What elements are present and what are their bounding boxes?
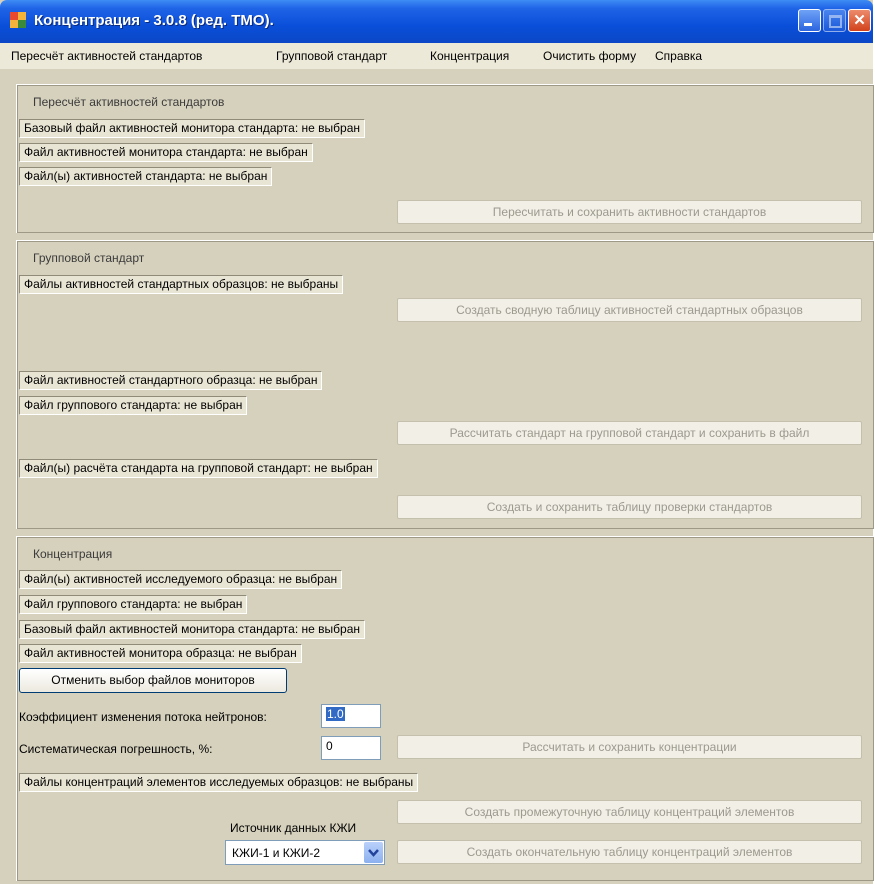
flux-label: Коэффициент изменения потока нейтронов:	[19, 710, 267, 724]
close-button[interactable]: ✕	[848, 9, 871, 32]
error-input[interactable]: 0	[321, 736, 381, 760]
group-file-status: Файл группового стандарта: не выбран	[19, 396, 248, 415]
check-table-button[interactable]: Создать и сохранить таблицу проверки ста…	[397, 495, 862, 519]
menu-group-standard[interactable]: Групповой стандарт	[276, 49, 387, 63]
cancel-monitors-button[interactable]: Отменить выбор файлов мониторов	[19, 668, 287, 693]
monitor-file-status: Файл активностей монитора стандарта: не …	[19, 143, 313, 162]
maximize-button[interactable]	[823, 9, 846, 32]
intermediate-table-button[interactable]: Создать промежуточную таблицу концентрац…	[397, 800, 862, 824]
base-monitor-file-status: Базовый файл активностей монитора станда…	[19, 119, 365, 138]
calc-concentrations-button[interactable]: Рассчитать и сохранить концентрации	[397, 735, 862, 759]
concentration-group: Концентрация Файл(ы) активностей исследу…	[16, 536, 874, 881]
summary-table-button[interactable]: Создать сводную таблицу активностей стан…	[397, 298, 862, 322]
group-standard-file-status: Файл группового стандарта: не выбран	[19, 595, 248, 614]
group-title: Концентрация	[33, 547, 113, 561]
recalc-group: Пересчёт активностей стандартов Базовый …	[16, 84, 874, 233]
window-title: Концентрация - 3.0.8 (ред. ТМО).	[34, 12, 274, 29]
menu-recalc[interactable]: Пересчёт активностей стандартов	[11, 49, 202, 63]
title-bar[interactable]: Концентрация - 3.0.8 (ред. ТМО). ✕	[0, 0, 873, 43]
result-files-status: Файлы концентраций элементов исследуемых…	[19, 773, 419, 792]
flux-value: 1.0	[326, 707, 345, 721]
standard-files-status: Файл(ы) активностей стандарта: не выбран	[19, 167, 273, 186]
sample-activity-files-status: Файл(ы) активностей исследуемого образца…	[19, 570, 343, 589]
sample-file-status: Файл активностей стандартного образца: н…	[19, 371, 323, 390]
base-monitor-file-status: Базовый файл активностей монитора станда…	[19, 620, 365, 639]
menu-bar: Пересчёт активностей стандартов Группово…	[0, 43, 873, 69]
sample-monitor-file-status: Файл активностей монитора образца: не вы…	[19, 644, 302, 663]
final-table-button[interactable]: Создать окончательную таблицу концентрац…	[397, 840, 862, 864]
menu-help[interactable]: Справка	[655, 49, 702, 63]
maximize-icon	[824, 10, 845, 31]
close-icon: ✕	[853, 12, 866, 29]
calc-files-status: Файл(ы) расчёта стандарта на групповой с…	[19, 459, 378, 478]
menu-concentration[interactable]: Концентрация	[430, 49, 509, 63]
group-title: Групповой стандарт	[33, 251, 145, 265]
app-icon	[10, 12, 26, 28]
source-select-value: КЖИ-1 и КЖИ-2	[232, 846, 321, 860]
flux-input[interactable]: 1.0	[321, 704, 381, 728]
calc-group-standard-button[interactable]: Рассчитать стандарт на групповой стандар…	[397, 421, 862, 445]
error-label: Систематическая погрешность, %:	[19, 742, 213, 756]
minimize-icon	[799, 10, 820, 31]
recalc-save-button[interactable]: Пересчитать и сохранить активности станд…	[397, 200, 862, 224]
group-title: Пересчёт активностей стандартов	[33, 95, 225, 109]
source-select[interactable]: КЖИ-1 и КЖИ-2	[225, 840, 385, 865]
chevron-down-icon[interactable]	[364, 842, 383, 863]
group-standard-group: Групповой стандарт Файлы активностей ста…	[16, 240, 874, 529]
sample-files-status: Файлы активностей стандартных образцов: …	[19, 275, 344, 294]
minimize-button[interactable]	[798, 9, 821, 32]
menu-clear-form[interactable]: Очистить форму	[543, 49, 636, 63]
source-label: Источник данных КЖИ	[230, 821, 357, 835]
app-window: Концентрация - 3.0.8 (ред. ТМО). ✕ Перес…	[0, 0, 874, 884]
